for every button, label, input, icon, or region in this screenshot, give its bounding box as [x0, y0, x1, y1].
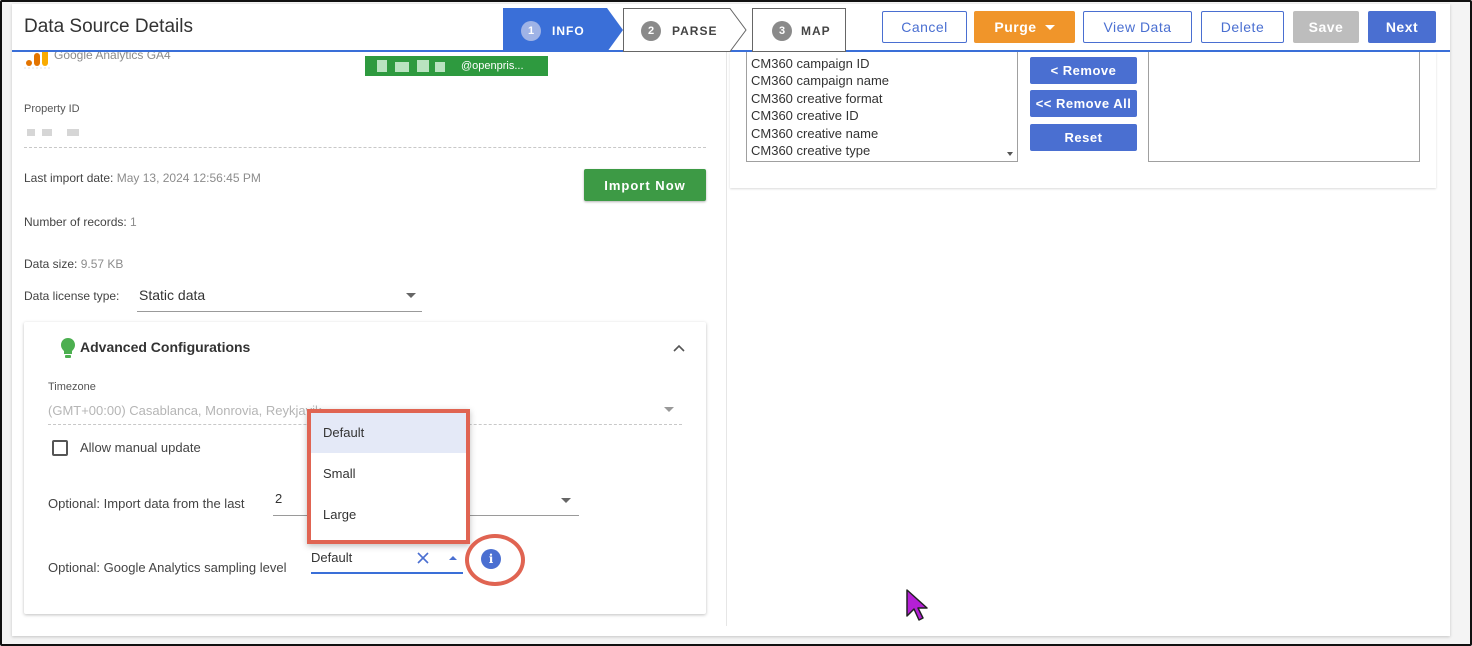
timezone-label: Timezone: [48, 381, 96, 393]
dropdown-arrow-icon: [406, 293, 416, 298]
step-number: 2: [641, 21, 661, 41]
purge-label: Purge: [994, 19, 1037, 35]
sampling-level-dropdown: Default Small Large: [307, 409, 470, 544]
remove-all-button[interactable]: << Remove All: [1030, 90, 1137, 117]
last-import-label: Last import date:: [24, 171, 114, 185]
redacted-block: [435, 62, 445, 72]
next-button[interactable]: Next: [1368, 11, 1436, 43]
records-row: Number of records: 1: [24, 215, 137, 229]
import-last-value: 2: [275, 491, 283, 506]
chevron-up-icon[interactable]: [673, 344, 685, 352]
list-item[interactable]: CM360 creative name: [751, 125, 878, 142]
dropdown-arrow-icon: [664, 407, 674, 412]
sampling-level-select[interactable]: Default: [311, 544, 463, 574]
redacted-block: [42, 129, 52, 136]
import-last-label: Optional: Import data from the last: [48, 496, 245, 511]
license-value: Static data: [139, 287, 206, 303]
redacted-block: [27, 129, 35, 136]
scroll-down-icon[interactable]: [1007, 152, 1013, 156]
step-number: 1: [521, 21, 541, 41]
mouse-pointer-icon: [906, 589, 928, 621]
sampling-option-default[interactable]: Default: [307, 413, 470, 453]
highlight-circle: [465, 534, 525, 586]
lightbulb-icon: [61, 338, 75, 358]
account-chip: @openpris...: [365, 56, 548, 76]
list-item[interactable]: CM360 creative type: [751, 142, 870, 159]
sampling-level-label: Optional: Google Analytics sampling leve…: [48, 560, 287, 575]
selected-fields-list[interactable]: [1148, 52, 1420, 162]
redacted-block: [395, 62, 409, 72]
delete-button[interactable]: Delete: [1201, 11, 1284, 43]
records-label: Number of records:: [24, 215, 127, 229]
info-panel: Google Analytics GA4 @openpris... Proper…: [12, 46, 720, 636]
account-email: @openpris...: [461, 60, 524, 72]
sampling-level-value: Default: [311, 550, 353, 565]
step-map[interactable]: 3 MAP: [752, 8, 846, 52]
field-mapping-card: CM360 campaign ID CM360 campaign name CM…: [730, 52, 1436, 188]
redacted-block: [67, 129, 79, 136]
available-fields-list[interactable]: CM360 campaign ID CM360 campaign name CM…: [746, 52, 1018, 162]
step-parse[interactable]: 2 PARSE: [623, 8, 747, 52]
step-info[interactable]: 1 INFO: [503, 8, 623, 52]
header-bar: Data Source Details 1 INFO 2 PARSE 3 MAP…: [12, 4, 1450, 52]
divider: [24, 147, 706, 148]
property-id-label: Property ID: [24, 103, 80, 115]
dropdown-arrow-up-icon[interactable]: [449, 556, 457, 560]
last-import-value: May 13, 2024 12:56:45 PM: [116, 171, 261, 185]
save-button[interactable]: Save: [1293, 11, 1359, 43]
list-item[interactable]: CM360 campaign name: [751, 72, 889, 89]
allow-manual-update-label: Allow manual update: [80, 440, 201, 455]
last-import-row: Last import date: May 13, 2024 12:56:45 …: [24, 171, 261, 185]
purge-button[interactable]: Purge: [974, 11, 1075, 43]
records-value: 1: [130, 215, 137, 229]
data-size-value: 9.57 KB: [80, 257, 124, 271]
import-now-button[interactable]: Import Now: [584, 169, 706, 201]
step-number: 3: [772, 21, 792, 41]
window-frame: Data Source Details 1 INFO 2 PARSE 3 MAP…: [0, 0, 1472, 646]
license-label: Data license type:: [24, 289, 120, 303]
step-label: MAP: [801, 24, 831, 38]
caret-down-icon: [1044, 24, 1055, 30]
timezone-value: (GMT+00:00) Casablanca, Monrovia, Reykja…: [48, 403, 322, 418]
reset-button[interactable]: Reset: [1030, 124, 1137, 151]
sampling-option-large[interactable]: Large: [307, 495, 470, 535]
step-label: INFO: [552, 24, 585, 38]
advanced-config-title: Advanced Configurations: [80, 339, 251, 355]
column-divider: [726, 52, 727, 626]
redacted-block: [417, 60, 429, 72]
data-size-row: Data size: 9.57 KB: [24, 257, 123, 271]
clear-icon[interactable]: [416, 551, 430, 565]
page-title: Data Source Details: [24, 16, 193, 37]
dropdown-arrow-icon: [561, 498, 571, 503]
step-label: PARSE: [672, 24, 718, 38]
allow-manual-update-checkbox[interactable]: [52, 440, 68, 456]
step-map-shape: [752, 8, 846, 52]
page: Data Source Details 1 INFO 2 PARSE 3 MAP…: [12, 4, 1450, 636]
cancel-button[interactable]: Cancel: [882, 11, 967, 43]
redacted-block: [377, 60, 387, 72]
data-size-label: Data size:: [24, 257, 78, 271]
license-select[interactable]: Static data: [137, 282, 422, 312]
remove-button[interactable]: < Remove: [1030, 57, 1137, 84]
list-item[interactable]: CM360 creative ID: [751, 107, 859, 124]
view-data-button[interactable]: View Data: [1083, 11, 1192, 43]
sampling-option-small[interactable]: Small: [307, 454, 470, 494]
list-item[interactable]: CM360 campaign ID: [751, 55, 870, 72]
list-item[interactable]: CM360 creative format: [751, 90, 883, 107]
